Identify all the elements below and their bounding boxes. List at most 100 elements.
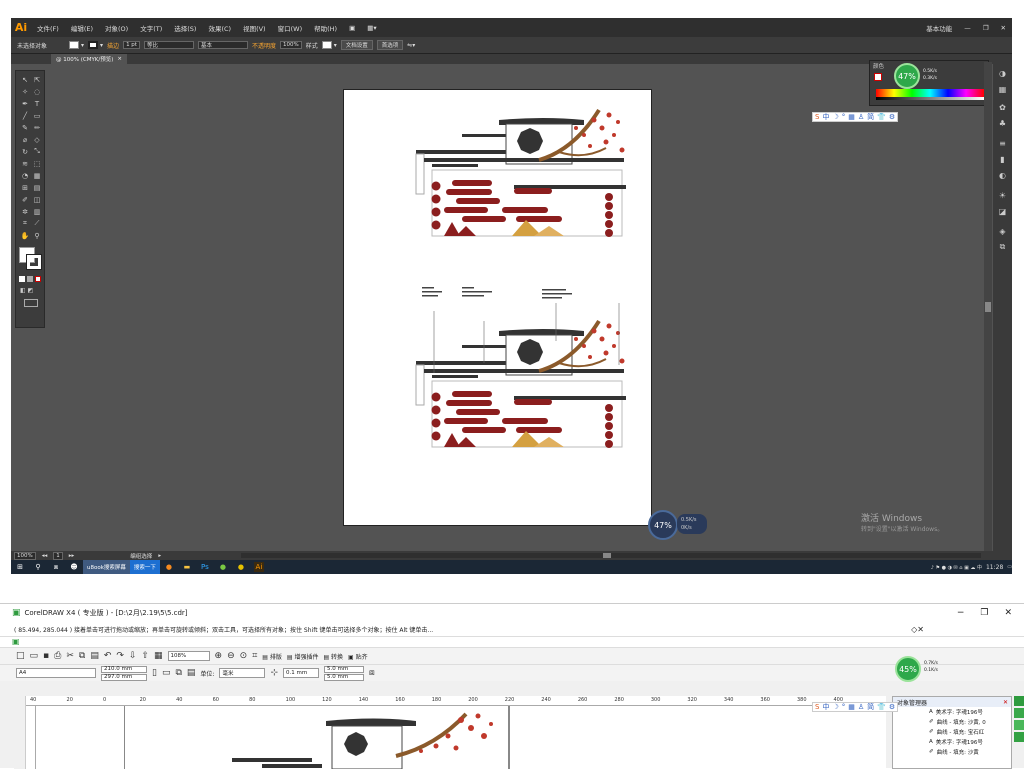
cut-icon[interactable]: ✂: [66, 651, 74, 661]
color-spectrum[interactable]: [876, 89, 984, 97]
new-document-icon[interactable]: □: [16, 651, 25, 661]
artboards-icon[interactable]: ⧉: [997, 242, 1008, 252]
zoom-tool-icon[interactable]: ⚲: [32, 231, 42, 240]
zoom-out-icon[interactable]: ⊖: [227, 651, 235, 661]
object-row[interactable]: ✐ 曲线 - 填充: 沙黄: [893, 747, 1011, 757]
panel-close-icon[interactable]: ✕: [1003, 699, 1008, 706]
toolbar-convert-button[interactable]: ▤ 转换: [323, 652, 343, 661]
menu-effect[interactable]: 效果(C): [202, 23, 237, 33]
print-icon[interactable]: ⎙: [54, 651, 61, 661]
duplicate-y-field[interactable]: 5.0 mm: [324, 673, 364, 681]
layers-icon[interactable]: ◈: [997, 226, 1008, 236]
stroke-weight-dropdown[interactable]: 1 pt: [123, 41, 140, 49]
next-artboard-icon[interactable]: ▸▸: [69, 553, 75, 559]
file-explorer-icon[interactable]: ▬: [182, 562, 192, 572]
color-mode-buttons[interactable]: [19, 276, 43, 282]
app-icon-1[interactable]: ☻: [69, 562, 79, 572]
units-dropdown[interactable]: 毫米: [219, 668, 266, 678]
object-row[interactable]: ✐ 曲线 - 填充: 宝石红: [893, 727, 1011, 737]
ime-toolbar-cdr[interactable]: S 中 ☽ ° ▦ ♙ 简 👕 ⚙: [812, 702, 899, 712]
menu-help[interactable]: 帮助(H): [308, 23, 343, 33]
graphic-styles-icon[interactable]: ◪: [997, 206, 1008, 216]
page-width-field[interactable]: 210.0 mm: [101, 665, 147, 673]
first-artboard-icon[interactable]: ◂◂: [42, 553, 48, 559]
perspective-grid-icon[interactable]: ▦: [32, 171, 42, 180]
object-row[interactable]: A 美术字: 字魂196号: [893, 707, 1011, 717]
workspace-switcher[interactable]: 基本功能: [920, 23, 958, 33]
maximize-button[interactable]: ❐: [980, 608, 988, 618]
menu-select[interactable]: 选择(S): [168, 23, 202, 33]
stroke-icon[interactable]: ≡: [997, 138, 1008, 148]
toolbar-snap-button[interactable]: ▣ 贴齐: [348, 652, 368, 661]
menu-type[interactable]: 文字(T): [134, 23, 168, 33]
stroke-color-box[interactable]: [26, 254, 42, 270]
grayscale-ramp[interactable]: [876, 97, 984, 100]
minimize-button[interactable]: −: [957, 608, 965, 618]
all-pages-icon[interactable]: ⧉: [175, 668, 181, 678]
hand-tool-icon[interactable]: ✋: [20, 231, 30, 240]
close-button[interactable]: ✕: [1004, 608, 1012, 618]
vertical-ruler[interactable]: [26, 706, 36, 769]
maximize-button[interactable]: ❐: [977, 24, 995, 32]
redo-icon[interactable]: ↷: [116, 651, 124, 661]
app-icon-4[interactable]: ●: [236, 562, 246, 572]
fill-swatch[interactable]: ▾: [69, 41, 84, 49]
menu-view[interactable]: 视图(V): [237, 23, 272, 33]
duplicate-x-field[interactable]: 5.0 mm: [324, 665, 364, 673]
drawing-canvas[interactable]: [36, 706, 886, 769]
artboard[interactable]: [343, 89, 652, 526]
undo-icon[interactable]: ↶: [104, 651, 112, 661]
brush-definition[interactable]: 基本: [197, 41, 248, 49]
appearance-icon[interactable]: ☀: [997, 190, 1008, 200]
toolbar-plugins-button[interactable]: ▤ 增强插件: [287, 652, 319, 661]
symbol-sprayer-icon[interactable]: ✲: [20, 207, 30, 216]
artboard-tool-icon[interactable]: ⌗: [20, 219, 30, 228]
clock[interactable]: 11:28: [986, 564, 1003, 571]
artboard-number-field[interactable]: 1: [53, 551, 63, 560]
notification-icon[interactable]: ▭: [1007, 564, 1012, 570]
horizontal-ruler[interactable]: 40 20 0 20 40 60 80 100 120 140 160 180 200 220 240 260…: [26, 696, 886, 706]
mesh-tool-icon[interactable]: ⊞: [20, 183, 30, 192]
stroke-label[interactable]: 描边: [107, 41, 119, 50]
lasso-icon[interactable]: ◌: [32, 87, 42, 96]
illustrator-taskbar-icon[interactable]: Ai: [253, 562, 264, 572]
network-speed-widget-cdr[interactable]: 45%: [895, 656, 921, 682]
paste-icon[interactable]: ▤: [90, 651, 99, 661]
screen-mode-icon[interactable]: [24, 299, 38, 307]
type-tool-icon[interactable]: T: [32, 99, 42, 108]
paintbrush-icon[interactable]: ✎: [20, 123, 30, 132]
zoom-dropdown[interactable]: 108%: [167, 651, 210, 661]
color-guide-icon[interactable]: ◑: [997, 68, 1008, 78]
selection-tool-icon[interactable]: ↖: [20, 75, 30, 84]
width-tool-icon[interactable]: ≋: [20, 159, 30, 168]
zoom-fit-icon[interactable]: ⊙: [240, 651, 248, 661]
horizontal-scroll-thumb[interactable]: [603, 553, 611, 558]
pencil-icon[interactable]: ✏: [32, 123, 42, 132]
zoom-in-icon[interactable]: ⊕: [215, 651, 223, 661]
column-graph-icon[interactable]: ▥: [32, 207, 42, 216]
portrait-icon[interactable]: ▯: [152, 668, 157, 678]
document-icon[interactable]: ▣: [12, 637, 20, 646]
windows-start-icon[interactable]: ⊞: [15, 562, 25, 572]
variable-width-profile[interactable]: 等比: [143, 41, 194, 49]
eyedropper-icon[interactable]: ✐: [20, 195, 30, 204]
copy-icon[interactable]: ⧉: [79, 651, 85, 661]
status-menu-icon[interactable]: ▸: [158, 553, 161, 559]
swatches-icon[interactable]: ▦: [997, 84, 1008, 94]
free-transform-icon[interactable]: ⬚: [32, 159, 42, 168]
opacity-label[interactable]: 不透明度: [252, 41, 276, 50]
export-icon[interactable]: ⇧: [141, 651, 149, 661]
brushes-icon[interactable]: ✿: [997, 102, 1008, 112]
network-speed-widget[interactable]: 47%: [648, 510, 678, 540]
search-icon[interactable]: ⚲: [33, 562, 43, 572]
bridge-icon[interactable]: ▣: [343, 24, 361, 32]
menu-file[interactable]: 文件(F): [31, 23, 65, 33]
menu-object[interactable]: 对象(O): [99, 23, 134, 33]
opacity-field[interactable]: 100%: [279, 41, 302, 49]
photoshop-icon[interactable]: Ps: [200, 562, 210, 572]
blob-brush-icon[interactable]: ⌀: [20, 135, 30, 144]
none-swatch[interactable]: [874, 73, 882, 81]
current-page-icon[interactable]: ▤: [187, 668, 196, 678]
preferences-button[interactable]: 首选项: [376, 40, 404, 50]
treat-as-filled-icon[interactable]: ⧈: [369, 668, 375, 678]
